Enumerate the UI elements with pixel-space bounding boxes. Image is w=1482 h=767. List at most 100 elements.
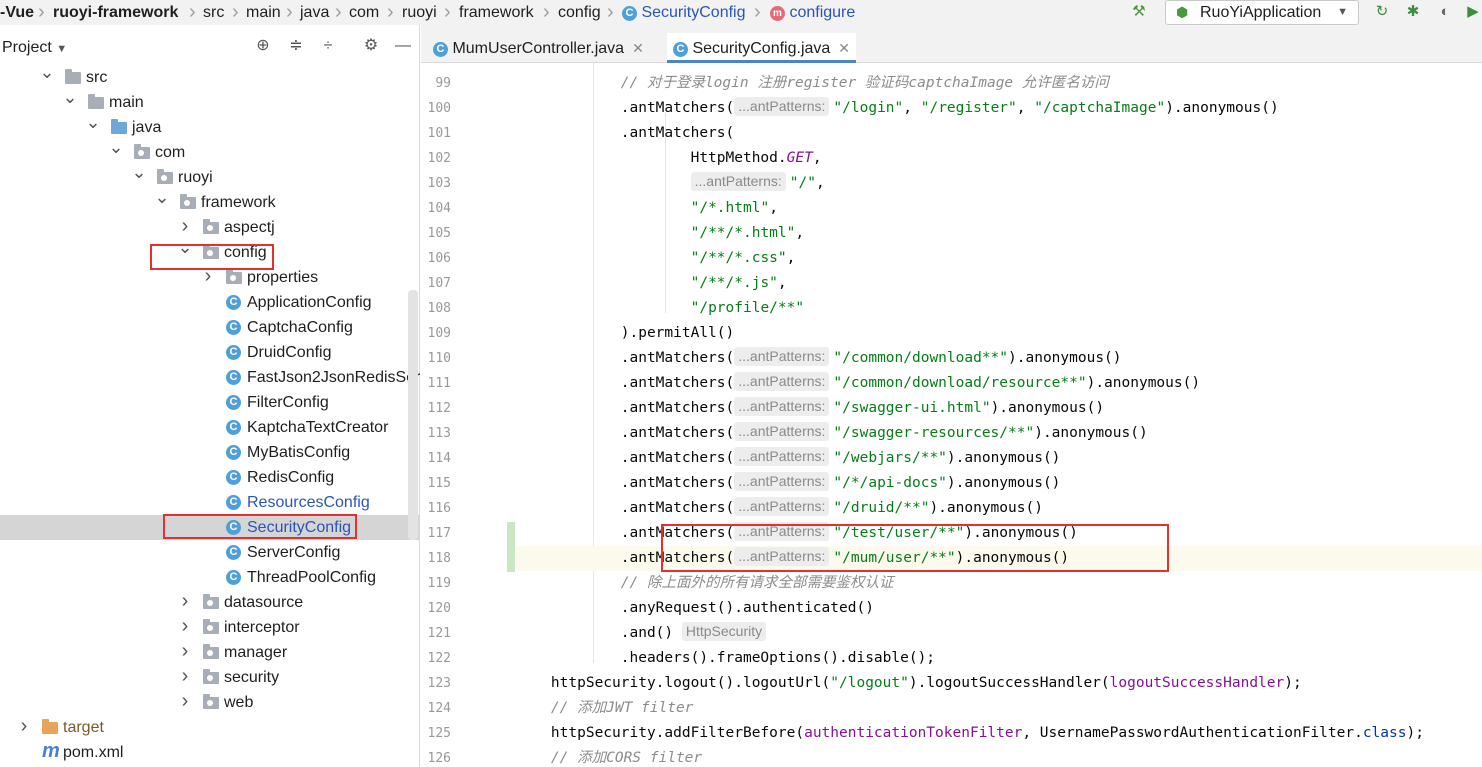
breadcrumb-class[interactable]: C SecurityConfig (622, 3, 746, 23)
tree-item-label: CaptchaConfig (247, 319, 353, 336)
expand-all-icon[interactable]: ≑ (286, 36, 306, 56)
code-line: "/profile/**" (690, 300, 805, 316)
class-icon: C (226, 345, 241, 360)
breadcrumb-project[interactable]: -Vue (0, 3, 34, 23)
tree-item[interactable]: C FilterConfig (0, 390, 420, 415)
tree-item[interactable]: ⌄ java (0, 115, 420, 140)
code-line: .antMatchers(...antPatterns: "/common/dow… (516, 372, 1201, 391)
code-editor[interactable]: 99 100 101 102 103 104 105 106 107 108 109 110 111 11… (421, 63, 1482, 767)
chevron-down-icon[interactable]: ⌄ (62, 90, 78, 110)
tree-item[interactable]: C ThreadPoolConfig (0, 565, 420, 590)
tree-item[interactable]: › aspectj (0, 215, 420, 240)
chevron-right-icon: › (543, 1, 550, 23)
tree-item[interactable]: › target (0, 715, 420, 740)
vcs-change-marker (507, 522, 515, 572)
tree-item[interactable]: › interceptor (0, 615, 420, 640)
line-number: 109 (427, 326, 451, 341)
chevron-right-icon[interactable]: › (177, 690, 193, 714)
breadcrumb-method[interactable]: m configure (770, 3, 855, 23)
editor-tab-bar: C MumUserController.java ✕ C SecurityConf… (421, 25, 1482, 63)
tree-item-label: main (109, 94, 144, 111)
tree-item[interactable]: C ApplicationConfig (0, 290, 420, 315)
settings-icon[interactable]: ⚙ (361, 36, 381, 56)
breadcrumb-module[interactable]: ruoyi-framework (53, 3, 178, 23)
tree-item[interactable]: C DruidConfig (0, 340, 420, 365)
collapse-all-icon[interactable]: ÷ (318, 36, 338, 56)
breadcrumb-framework[interactable]: framework (459, 3, 534, 23)
maven-icon: m (42, 740, 60, 762)
folder-icon (42, 719, 58, 734)
tree-item[interactable]: ⌄ ruoyi (0, 165, 420, 190)
locate-icon[interactable]: ⊕ (253, 36, 273, 56)
close-icon[interactable]: ✕ (632, 40, 644, 56)
breadcrumb-src[interactable]: src (203, 3, 224, 23)
hammer-icon[interactable]: ⚒ (1128, 2, 1150, 22)
code-line: .anyRequest().authenticated() (516, 600, 874, 616)
chevron-right-icon: › (754, 1, 761, 23)
tree-item[interactable]: › manager (0, 640, 420, 665)
tree-item-label: RedisConfig (247, 469, 335, 486)
hide-icon[interactable]: — (393, 36, 413, 56)
tab-mumusercontroller[interactable]: C MumUserController.java ✕ (433, 33, 644, 63)
chevron-right-icon[interactable]: › (177, 590, 193, 614)
chevron-down-icon[interactable]: ⌄ (108, 140, 124, 160)
breadcrumb-ruoyi[interactable]: ruoyi (402, 3, 437, 23)
close-icon[interactable]: ✕ (838, 40, 850, 56)
tree-item[interactable]: ⌄ src (0, 65, 420, 90)
class-icon: C (226, 445, 241, 460)
rerun-icon[interactable]: ↻ (1371, 2, 1393, 22)
tree-item[interactable]: ⌄ main (0, 90, 420, 115)
class-icon: C (226, 370, 241, 385)
run-config-selector[interactable]: ⬢ RuoYiApplication ▼ (1165, 0, 1359, 25)
package-dot (161, 175, 167, 181)
breadcrumb-java[interactable]: java (300, 3, 329, 23)
folder-icon (88, 94, 104, 109)
chevron-right-icon[interactable]: › (177, 640, 193, 664)
tree-item[interactable]: C FastJson2JsonRedisSerialize (0, 365, 420, 390)
coverage-icon[interactable]: ◐ (1434, 2, 1456, 22)
chevron-right-icon[interactable]: › (177, 215, 193, 239)
parameter-hint: ...antPatterns: (734, 347, 830, 366)
line-number: 102 (427, 151, 451, 166)
breadcrumb-com[interactable]: com (349, 3, 379, 23)
folder-icon (111, 119, 127, 134)
tree-item[interactable]: › security (0, 665, 420, 690)
package-dot (207, 600, 213, 606)
chevron-right-icon[interactable]: › (16, 715, 32, 739)
tree-item[interactable]: C CaptchaConfig (0, 315, 420, 340)
breadcrumb-main[interactable]: main (246, 3, 281, 23)
chevron-right-icon[interactable]: › (177, 665, 193, 689)
tree-item[interactable]: C KaptchaTextCreator (0, 415, 420, 440)
line-number: 122 (427, 651, 451, 666)
tree-item[interactable]: C ResourcesConfig (0, 490, 420, 515)
highlight-box-new-matchers (661, 524, 1169, 572)
package-icon (203, 694, 219, 709)
tree-item[interactable]: › web (0, 690, 420, 715)
tree-item-label: FastJson2JsonRedisSerialize (247, 369, 420, 386)
tree-item[interactable]: › datasource (0, 590, 420, 615)
profiler-icon[interactable]: ▶ (1462, 2, 1482, 22)
chevron-down-icon[interactable]: ⌄ (154, 190, 170, 210)
tree-item[interactable]: ⌄ com (0, 140, 420, 165)
debug-icon[interactable]: ✱ (1402, 2, 1424, 22)
chevron-down-icon[interactable]: ⌄ (39, 65, 55, 85)
chevron-right-icon: › (335, 1, 342, 23)
tree-item[interactable]: ⌄ framework (0, 190, 420, 215)
package-icon (226, 269, 242, 284)
chevron-right-icon: › (38, 1, 45, 23)
chevron-down-icon[interactable]: ⌄ (85, 115, 101, 135)
tree-item-label: pom.xml (63, 744, 124, 761)
project-view-selector[interactable]: Project ▼ (2, 38, 67, 59)
tab-securityconfig[interactable]: C SecurityConfig.java ✕ (667, 33, 857, 63)
parameter-hint: HttpSecurity (681, 622, 767, 641)
package-dot (207, 675, 213, 681)
chevron-right-icon[interactable]: › (177, 615, 193, 639)
tree-item[interactable]: m pom.xml (0, 740, 420, 765)
tree-item[interactable]: C ServerConfig (0, 540, 420, 565)
chevron-down-icon[interactable]: ⌄ (131, 165, 147, 185)
tree-item[interactable]: C MyBatisConfig (0, 440, 420, 465)
line-number: 107 (427, 276, 451, 291)
tree-item[interactable]: C RedisConfig (0, 465, 420, 490)
scrollbar[interactable] (408, 290, 418, 540)
breadcrumb-config[interactable]: config (558, 3, 601, 23)
